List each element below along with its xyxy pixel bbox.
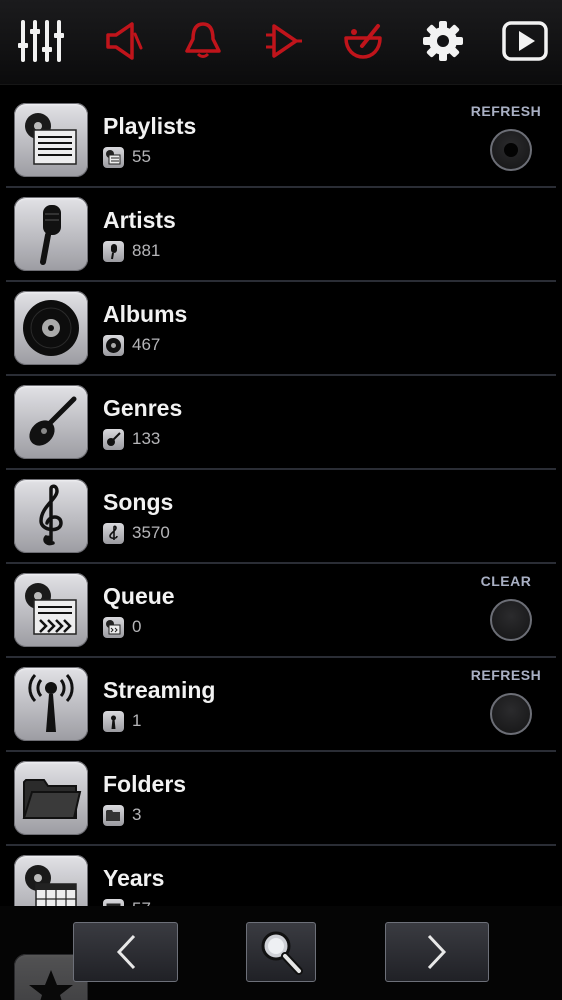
list-item-folders[interactable]: Folders 3	[6, 752, 556, 846]
row-title: Folders	[103, 771, 187, 797]
refresh-playlists-button[interactable]	[490, 129, 532, 171]
row-title: Playlists	[103, 113, 197, 139]
speaker-button[interactable]	[92, 10, 154, 72]
item-count: 1	[132, 711, 142, 730]
item-count: 55	[132, 147, 151, 166]
play-icon	[502, 21, 548, 61]
row-title: Songs	[103, 489, 174, 515]
list-item-songs[interactable]: Songs 3570	[6, 470, 556, 564]
calendar-icon	[14, 855, 88, 906]
folder-small-icon	[103, 805, 124, 826]
item-count: 467	[132, 335, 161, 354]
refresh-label: REFRESH	[470, 103, 542, 119]
item-count: 3	[132, 805, 142, 824]
gear-icon	[423, 21, 463, 61]
list-item-playlists[interactable]: Playlists 55 REFRESH	[6, 94, 556, 188]
list-item-genres[interactable]: Genres 133	[6, 376, 556, 470]
chevron-right-icon	[427, 934, 447, 970]
library-list: Playlists 55 REFRESH Artists 881 Albums …	[0, 94, 562, 906]
treble-clef-icon	[14, 479, 88, 553]
list-item-years[interactable]: Years 57	[6, 846, 556, 906]
refresh-streaming-button[interactable]	[490, 693, 532, 735]
antenna-icon	[14, 667, 88, 741]
bottom-navigation	[0, 906, 562, 1000]
calendar-small-icon	[103, 899, 124, 906]
settings-button[interactable]	[412, 10, 474, 72]
guitar-small-icon	[103, 429, 124, 450]
disc-small-icon	[103, 335, 124, 356]
queue-icon	[14, 573, 88, 647]
search-icon	[261, 931, 303, 975]
previous-button[interactable]	[73, 922, 178, 982]
bell-button[interactable]	[172, 10, 234, 72]
list-item-streaming[interactable]: Streaming 1 REFRESH	[6, 658, 556, 752]
queue-small-icon	[103, 617, 124, 638]
row-title: Artists	[103, 207, 176, 233]
speaker-icon	[106, 22, 143, 60]
microphone-icon	[14, 197, 88, 271]
output-icon	[266, 24, 302, 58]
row-title: Albums	[103, 301, 188, 327]
bell-icon	[185, 22, 221, 58]
clear-label: CLEAR	[480, 573, 532, 589]
row-title: Streaming	[103, 677, 216, 703]
top-toolbar	[0, 0, 562, 85]
disc-icon	[14, 291, 88, 365]
folder-icon	[14, 761, 88, 835]
antenna-small-icon	[103, 711, 124, 732]
playlist-icon	[14, 103, 88, 177]
guitar-icon	[14, 385, 88, 459]
item-count: 881	[132, 241, 161, 260]
refresh-label: REFRESH	[470, 667, 542, 683]
equalizer-icon	[18, 20, 64, 62]
next-button[interactable]	[385, 922, 489, 982]
now-playing-button[interactable]	[494, 10, 556, 72]
list-item-queue[interactable]: Queue 0 CLEAR	[6, 564, 556, 658]
list-item-albums[interactable]: Albums 467	[6, 282, 556, 376]
output-button[interactable]	[252, 10, 314, 72]
row-title: Years	[103, 865, 165, 891]
bowl-button[interactable]	[332, 10, 394, 72]
row-title: Genres	[103, 395, 183, 421]
item-count: 133	[132, 429, 161, 448]
item-count: 0	[132, 617, 142, 636]
equalizer-button[interactable]	[10, 10, 72, 72]
item-count: 3570	[132, 523, 170, 542]
bowl-icon	[344, 24, 382, 59]
chevron-left-icon	[116, 934, 135, 970]
list-item-artists[interactable]: Artists 881	[6, 188, 556, 282]
row-title: Queue	[103, 583, 175, 609]
item-count: 57	[132, 899, 151, 906]
microphone-small-icon	[103, 241, 124, 262]
clear-queue-button[interactable]	[490, 599, 532, 641]
playlist-small-icon	[103, 147, 124, 168]
indicator-dot	[504, 143, 518, 157]
treble-clef-small-icon	[103, 523, 124, 544]
search-button[interactable]	[246, 922, 316, 982]
